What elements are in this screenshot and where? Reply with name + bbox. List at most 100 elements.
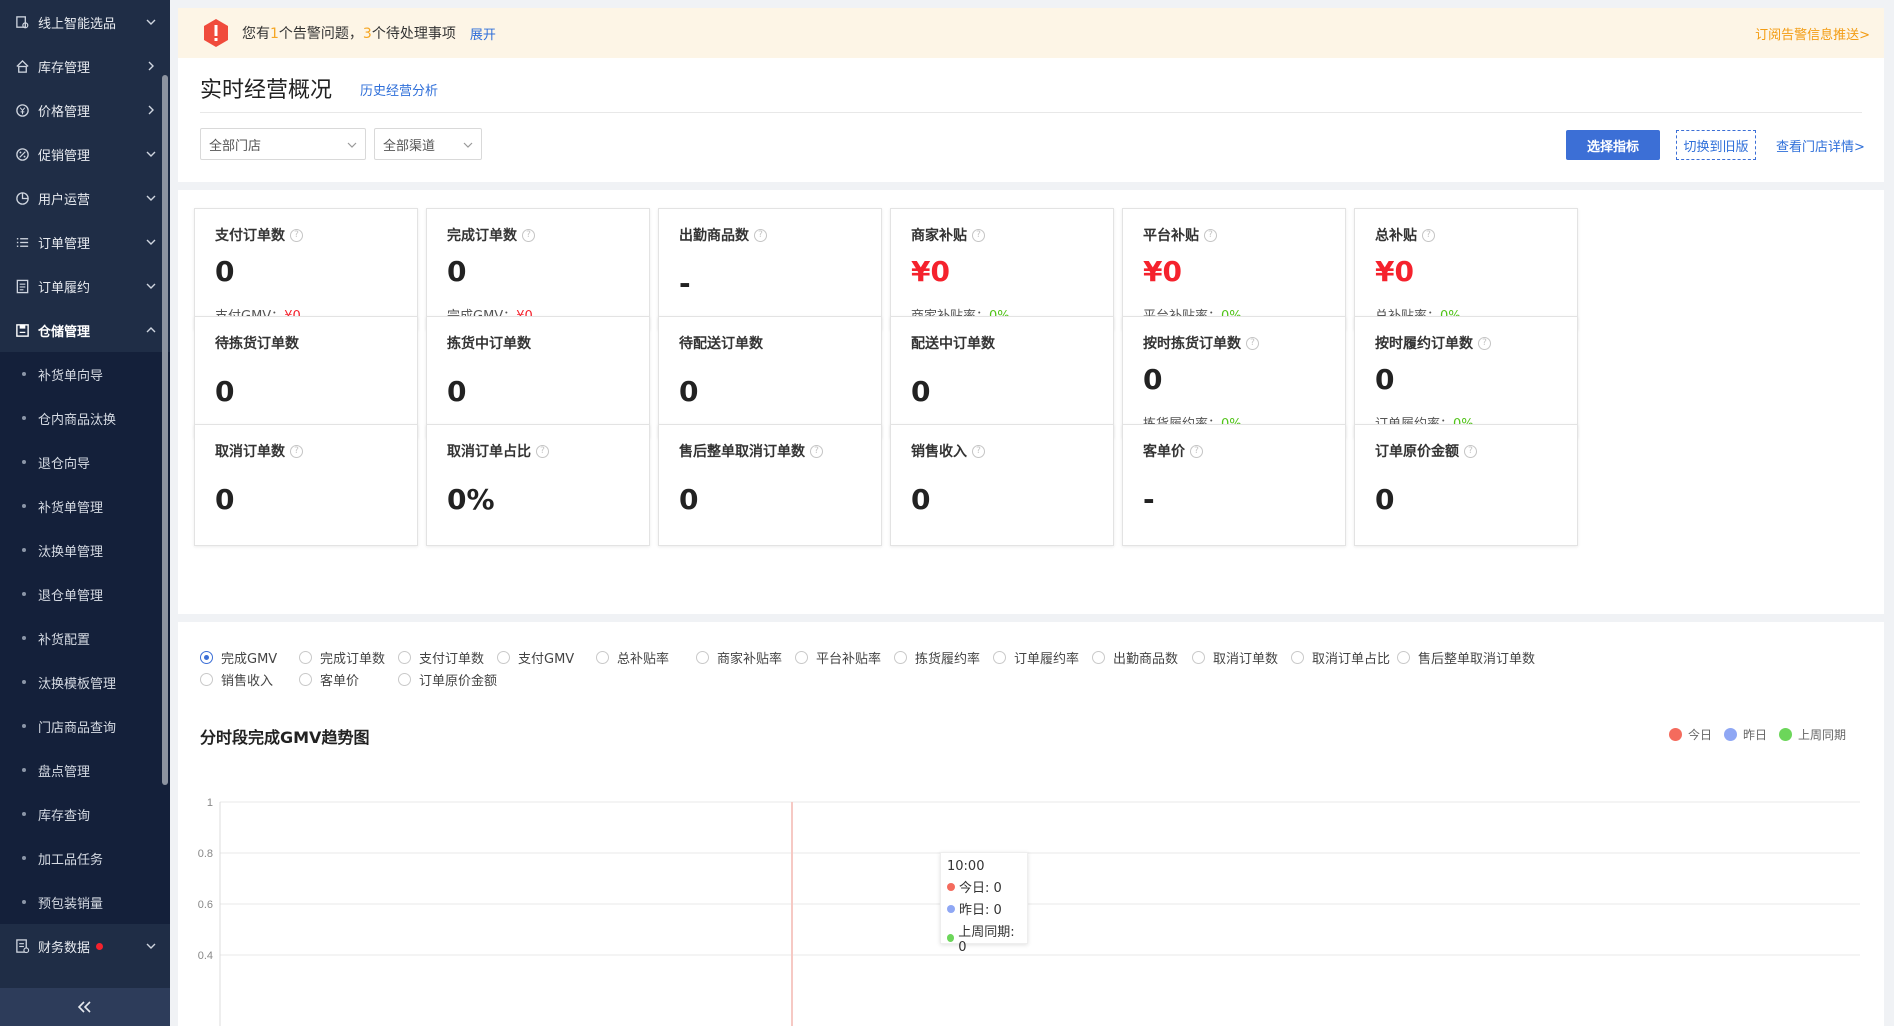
help-icon[interactable]: ?	[1190, 444, 1203, 458]
sidebar-item-label: 订单管理	[38, 236, 91, 252]
sidebar-scrollbar[interactable]	[162, 75, 168, 785]
sidebar-subitem-6[interactable]: 补货配置	[0, 616, 170, 660]
help-icon[interactable]: ?	[290, 228, 303, 242]
sidebar-subitem-12[interactable]: 预包装销量	[0, 880, 170, 924]
metric-card: 拣货中订单数 0	[426, 316, 650, 438]
metric-radio[interactable]: 完成GMV	[200, 648, 277, 667]
help-icon[interactable]: ?	[290, 444, 303, 458]
sidebar-item-1[interactable]: 库存管理	[0, 44, 170, 88]
sidebar-item-label: 用户运营	[38, 192, 91, 208]
card-title: 销售收入?	[911, 441, 985, 461]
metric-radio[interactable]: 取消订单占比	[1291, 648, 1390, 667]
radio-circle	[795, 651, 808, 664]
help-icon[interactable]: ?	[522, 228, 535, 242]
legend-item[interactable]: 今日	[1668, 726, 1712, 743]
sidebar-subitem-0[interactable]: 补货单向导	[0, 352, 170, 396]
price-icon	[14, 102, 30, 118]
notification-dot	[96, 942, 104, 950]
metric-radio[interactable]: 订单原价金额	[398, 670, 497, 689]
help-icon[interactable]: ?	[754, 228, 767, 242]
expand-link[interactable]: 展开	[470, 24, 496, 43]
metric-radio[interactable]: 订单履约率	[993, 648, 1079, 667]
metric-radio[interactable]: 出勤商品数	[1092, 648, 1178, 667]
bullet-dot	[22, 592, 26, 596]
card-value: 0%	[447, 483, 495, 516]
metric-radio[interactable]: 售后整单取消订单数	[1397, 648, 1535, 667]
chevron-down-icon	[146, 195, 156, 201]
metric-radio[interactable]: 总补贴率	[596, 648, 669, 667]
series-dot	[947, 934, 955, 942]
help-icon[interactable]: ?	[1204, 228, 1217, 242]
help-icon[interactable]: ?	[1478, 336, 1491, 350]
sidebar-subitem-7[interactable]: 汰换模板管理	[0, 660, 170, 704]
sidebar: 线上智能选品 库存管理 价格管理 促销管理用户运营订单管理订单履约 仓储管理 补货单向导…	[0, 0, 170, 1026]
store-select[interactable]: 全部门店	[200, 128, 366, 160]
sidebar-item-3[interactable]: 促销管理	[0, 132, 170, 176]
metric-card: 售后整单取消订单数? 0	[658, 424, 882, 546]
metric-radio[interactable]: 销售收入	[200, 670, 273, 689]
card-title: 商家补贴?	[911, 225, 985, 245]
metric-radio[interactable]: 取消订单数	[1192, 648, 1278, 667]
collapse-sidebar-button[interactable]	[0, 988, 170, 1026]
sidebar-subitem-2[interactable]: 退仓向导	[0, 440, 170, 484]
help-icon[interactable]: ?	[1464, 444, 1477, 458]
sidebar-item-5[interactable]: 订单管理	[0, 220, 170, 264]
legend-swatch	[1668, 728, 1682, 741]
legend-item[interactable]: 昨日	[1723, 726, 1767, 743]
help-icon[interactable]: ?	[810, 444, 823, 458]
sidebar-item-7[interactable]: 仓储管理	[0, 308, 170, 352]
sidebar-item-0[interactable]: 线上智能选品	[0, 0, 170, 44]
sidebar-subitem-3[interactable]: 补货单管理	[0, 484, 170, 528]
sidebar-subitem-11[interactable]: 加工品任务	[0, 836, 170, 880]
subscribe-alert-link[interactable]: 订阅告警信息推送>	[1755, 24, 1870, 43]
sidebar-subitem-8[interactable]: 门店商品查询	[0, 704, 170, 748]
metric-card: 取消订单数? 0	[194, 424, 418, 546]
help-icon[interactable]: ?	[972, 228, 985, 242]
help-icon[interactable]: ?	[1246, 336, 1259, 350]
series-dot	[947, 904, 955, 913]
sidebar-subitem-label: 加工品任务	[38, 852, 104, 868]
sidebar-subitem-9[interactable]: 盘点管理	[0, 748, 170, 792]
store-detail-link[interactable]: 查看门店详情>	[1776, 136, 1865, 155]
metric-radio[interactable]: 支付订单数	[398, 648, 484, 667]
sidebar-item-6[interactable]: 订单履约	[0, 264, 170, 308]
sidebar-item-finance[interactable]: 财务数据	[0, 924, 170, 968]
sidebar-subitem-1[interactable]: 仓内商品汰换	[0, 396, 170, 440]
metric-radio[interactable]: 支付GMV	[497, 648, 574, 667]
metrics-cards: 支付订单数?0支付GMV：¥0完成订单数?0完成GMV：¥0出勤商品数?-商家补…	[178, 190, 1884, 614]
card-title: 完成订单数?	[447, 225, 535, 245]
card-value: 0	[1143, 363, 1163, 396]
metric-card: 按时履约订单数?0订单履约率：0%	[1354, 316, 1578, 438]
history-analysis-link[interactable]: 历史经营分析	[360, 80, 438, 99]
metric-radio[interactable]: 拣货履约率	[894, 648, 980, 667]
metric-radio[interactable]: 商家补贴率	[696, 648, 782, 667]
metric-radio[interactable]: 客单价	[299, 670, 359, 689]
metric-radio[interactable]: 完成订单数	[299, 648, 385, 667]
sidebar-subitem-label: 补货配置	[38, 632, 91, 648]
sidebar-subitem-4[interactable]: 汰换单管理	[0, 528, 170, 572]
sidebar-subitem-label: 汰换单管理	[38, 544, 104, 560]
help-icon[interactable]: ?	[536, 444, 549, 458]
radio-circle	[299, 673, 312, 686]
switch-old-version-button[interactable]: 切换到旧版	[1676, 130, 1756, 160]
sidebar-subitem-10[interactable]: 库存查询	[0, 792, 170, 836]
alert-banner: 您有1个告警问题，3个待处理事项 展开 订阅告警信息推送>	[178, 8, 1884, 58]
sidebar-subitem-5[interactable]: 退仓单管理	[0, 572, 170, 616]
card-value: -	[1143, 483, 1155, 516]
sidebar-item-2[interactable]: 价格管理	[0, 88, 170, 132]
channel-select[interactable]: 全部渠道	[374, 128, 482, 160]
help-icon[interactable]: ?	[1422, 228, 1435, 242]
radio-circle	[596, 651, 609, 664]
sidebar-item-4[interactable]: 用户运营	[0, 176, 170, 220]
help-icon[interactable]: ?	[972, 444, 985, 458]
y-tick-label: 0.6	[198, 899, 213, 911]
double-chevron-left-icon	[77, 1001, 91, 1013]
chevron-down-icon	[146, 151, 156, 157]
metric-radio[interactable]: 平台补贴率	[795, 648, 881, 667]
legend-item[interactable]: 上周同期	[1778, 726, 1846, 743]
bullet-dot	[22, 856, 26, 860]
metric-card: 销售收入? 0	[890, 424, 1114, 546]
choose-metric-button[interactable]: 选择指标	[1566, 130, 1660, 160]
page-title: 实时经营概况	[200, 78, 333, 103]
card-value: 0	[1375, 483, 1395, 516]
